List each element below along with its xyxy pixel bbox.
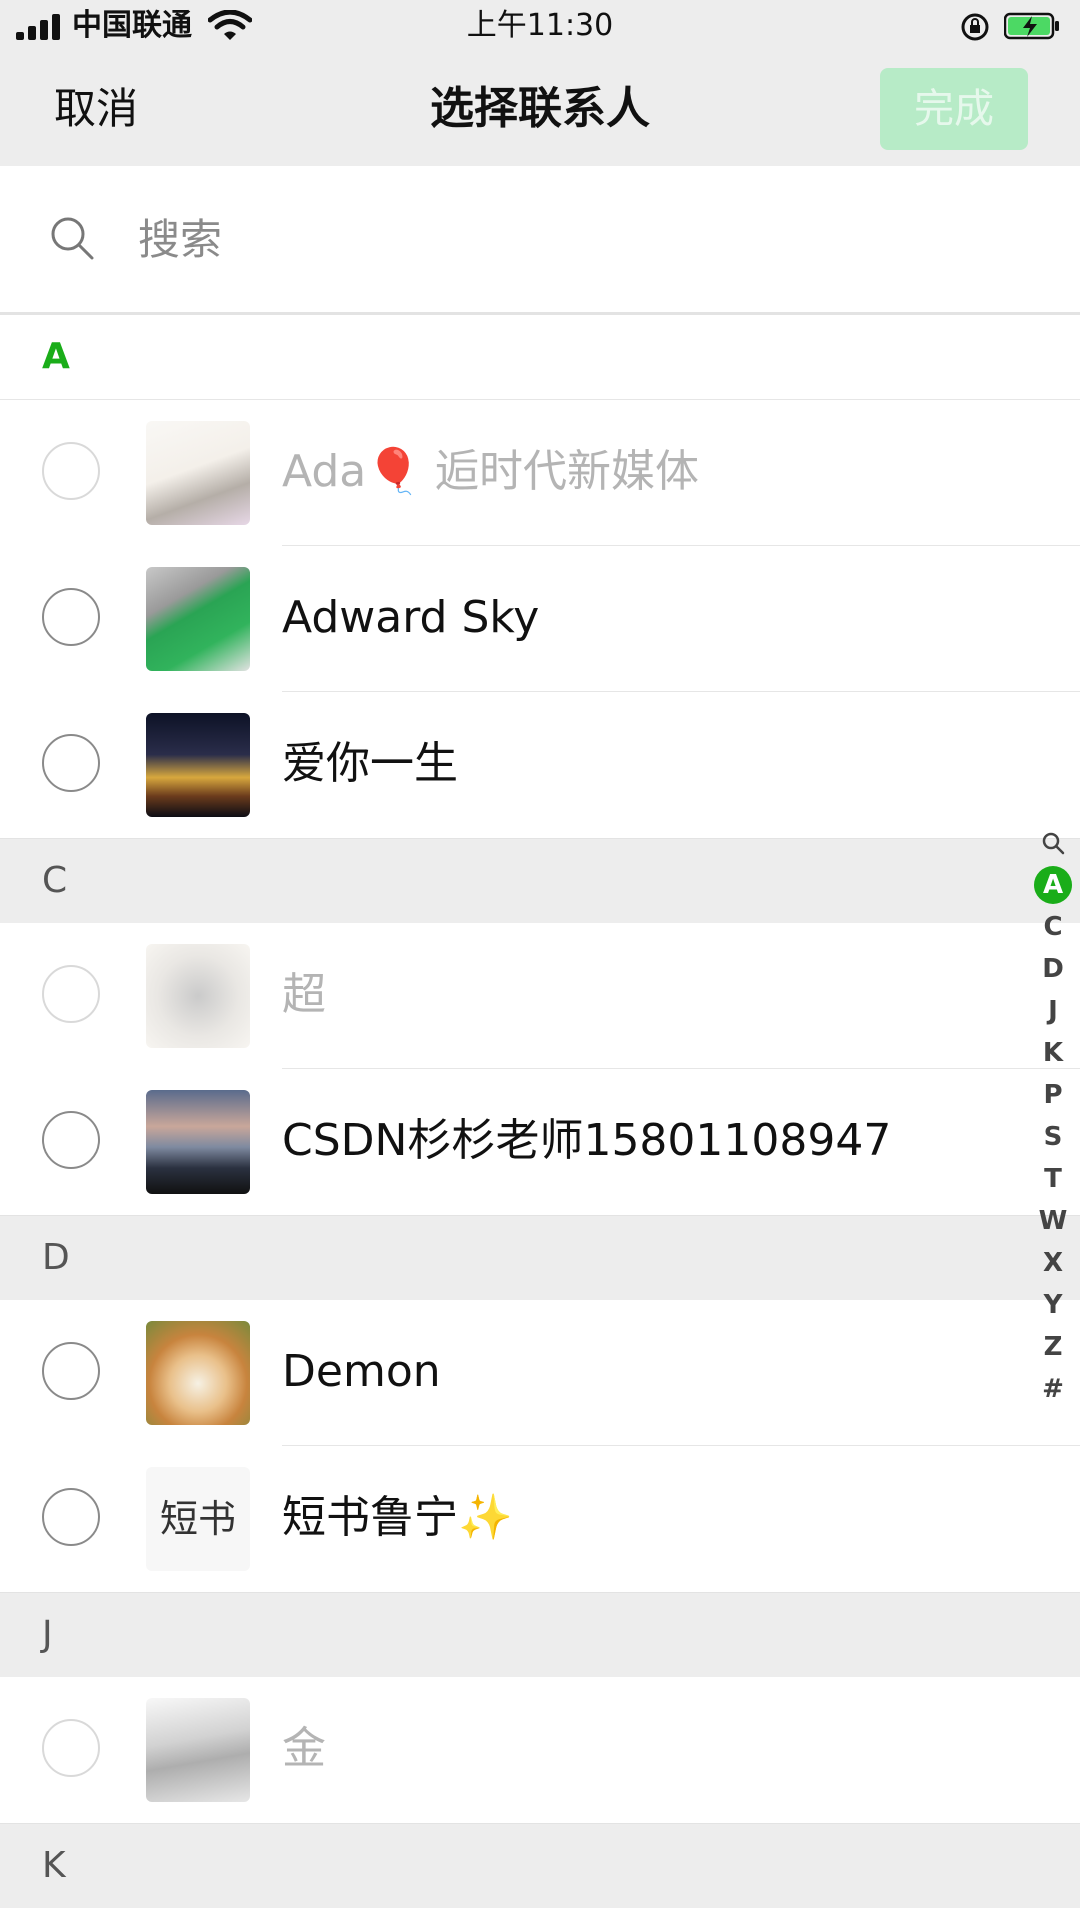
search-input[interactable] (136, 210, 840, 268)
rotation-lock-icon (961, 13, 989, 41)
index-letter[interactable]: D (1034, 950, 1072, 988)
section-header-j: J (0, 1592, 1080, 1677)
index-letter[interactable]: # (1034, 1370, 1072, 1408)
index-letter[interactable]: X (1034, 1244, 1072, 1282)
section-header-d: D (0, 1215, 1080, 1300)
index-letter[interactable]: P (1034, 1076, 1072, 1114)
contact-name: 超 (282, 969, 326, 1020)
avatar (146, 944, 250, 1048)
battery-icon (1004, 12, 1059, 40)
contact-name: 金 (282, 1723, 326, 1774)
index-letter[interactable]: C (1034, 908, 1072, 946)
index-letter[interactable]: Z (1034, 1328, 1072, 1366)
select-checkbox[interactable] (42, 588, 100, 646)
index-letter[interactable]: S (1034, 1118, 1072, 1156)
contact-row[interactable]: Demon (0, 1300, 1080, 1446)
index-letter[interactable]: W (1034, 1202, 1072, 1240)
search-bar (0, 166, 1080, 314)
avatar (146, 567, 250, 671)
contact-row[interactable]: 金 (0, 1677, 1080, 1823)
select-checkbox[interactable] (42, 1111, 100, 1169)
contact-row[interactable]: CSDN杉杉老师15801108947 (0, 1069, 1080, 1215)
done-button[interactable]: 完成 (880, 68, 1028, 150)
select-checkbox[interactable] (42, 1719, 100, 1777)
section-header-a: A (0, 314, 1080, 400)
index-letter[interactable]: Y (1034, 1286, 1072, 1324)
avatar (146, 1321, 250, 1425)
index-letter[interactable]: K (1034, 1034, 1072, 1072)
avatar (146, 1090, 250, 1194)
nav-bar: 取消 选择联系人 完成 (0, 52, 1080, 166)
select-checkbox[interactable] (42, 442, 100, 500)
status-time: 上午11:30 (466, 8, 614, 43)
contact-list: A Ada🎈 逅时代新媒体 Adward Sky 爱你一生 C 超 CSDN杉杉… (0, 314, 1080, 1908)
contact-name: 短书鲁宁✨ (282, 1492, 513, 1543)
index-letter[interactable]: T (1034, 1160, 1072, 1198)
contact-name: Adward Sky (282, 592, 540, 643)
avatar (146, 421, 250, 525)
select-checkbox[interactable] (42, 1488, 100, 1546)
contact-name: Demon (282, 1346, 441, 1397)
contact-row[interactable]: 爱你一生 (0, 692, 1080, 838)
index-letter[interactable]: A (1034, 866, 1072, 904)
section-header-k: K (0, 1823, 1080, 1908)
contact-row[interactable]: Ada🎈 逅时代新媒体 (0, 400, 1080, 546)
contact-name: CSDN杉杉老师15801108947 (282, 1115, 892, 1166)
section-header-c: C (0, 838, 1080, 923)
select-checkbox[interactable] (42, 1342, 100, 1400)
avatar (146, 1698, 250, 1802)
index-letter[interactable]: J (1034, 992, 1072, 1030)
select-checkbox[interactable] (42, 965, 100, 1023)
contact-row[interactable]: Adward Sky (0, 546, 1080, 692)
search-icon (51, 217, 94, 260)
alphabet-index[interactable]: A C D J K P S T W X Y Z # (1030, 824, 1076, 1412)
avatar-logo-text: 短书 (159, 1497, 236, 1541)
contact-row[interactable]: 超 (0, 923, 1080, 1069)
contact-name: Ada🎈 逅时代新媒体 (282, 446, 699, 497)
avatar: 短书 (146, 1467, 250, 1571)
status-bar: 中国联通 上午11:30 (0, 0, 1080, 52)
select-checkbox[interactable] (42, 734, 100, 792)
avatar (146, 713, 250, 817)
contact-row[interactable]: 短书 短书鲁宁✨ (0, 1446, 1080, 1592)
index-search-icon[interactable] (1034, 824, 1072, 862)
contact-name: 爱你一生 (282, 738, 458, 789)
